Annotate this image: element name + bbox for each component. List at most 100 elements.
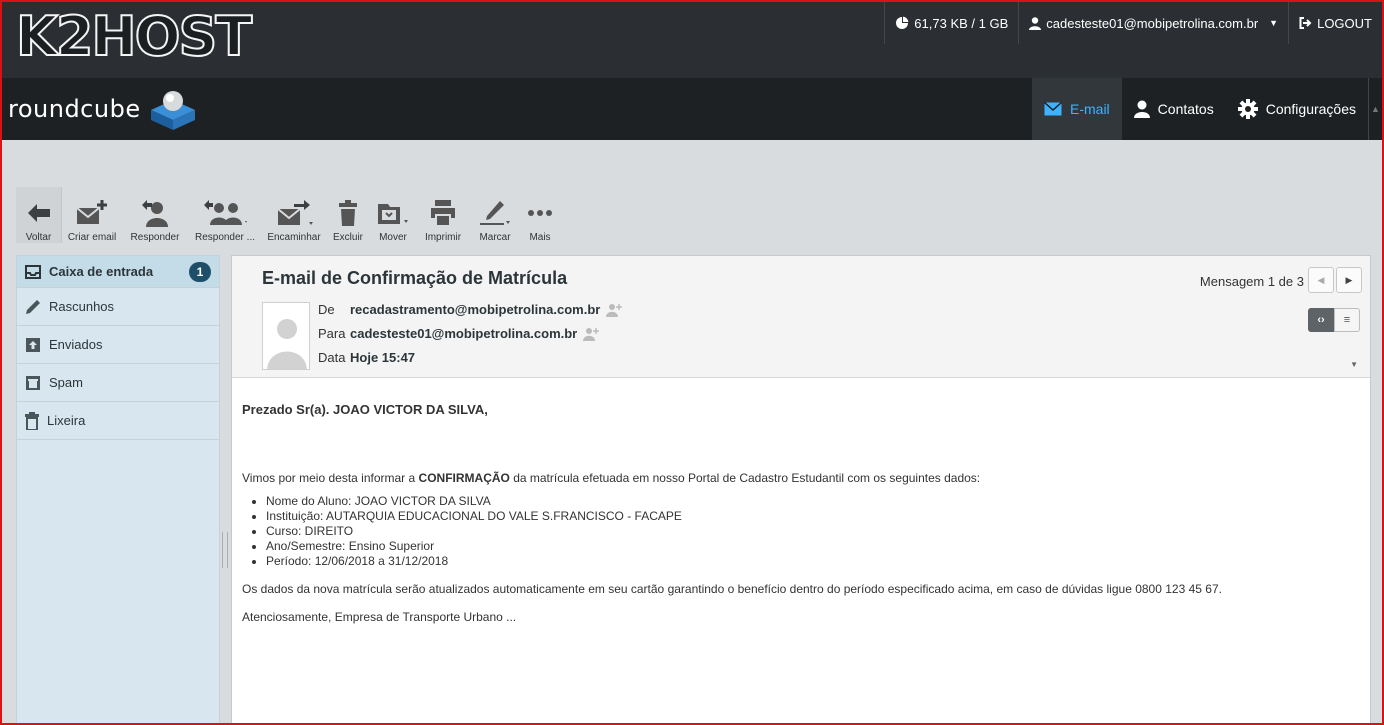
from-address[interactable]: recadastramento@mobipetrolina.com.br xyxy=(350,302,600,317)
message-toolbar: Voltar Criar email Responder Responder .… xyxy=(16,187,560,243)
delete-button[interactable]: Excluir xyxy=(326,187,370,243)
reply-label: Responder xyxy=(130,232,180,243)
next-message-button[interactable]: ▶ xyxy=(1336,267,1362,293)
folder-spam-label: Spam xyxy=(49,375,83,390)
message-subject: E-mail de Confirmação de Matrícula xyxy=(262,268,568,288)
top-bar: K2HOST 61,73 KB / 1 GB cadesteste01@mobi… xyxy=(2,2,1382,78)
tab-contatos[interactable]: Contatos xyxy=(1122,78,1226,140)
sender-avatar xyxy=(262,302,310,370)
intro-bold: CONFIRMAÇÃO xyxy=(418,471,510,485)
user-icon xyxy=(1029,16,1042,30)
folder-rascunhos[interactable]: Rascunhos xyxy=(17,288,219,326)
reply-all-button[interactable]: Responder ... xyxy=(188,187,262,243)
more-button[interactable]: Mais xyxy=(520,187,560,243)
user-menu[interactable]: cadesteste01@mobipetrolina.com.br ▼ xyxy=(1018,2,1288,44)
tab-configuracoes-label: Configurações xyxy=(1265,101,1356,117)
folder-rascunhos-label: Rascunhos xyxy=(49,299,115,314)
trash-icon xyxy=(339,200,357,226)
reply-all-icon xyxy=(204,200,247,225)
roundcube-cube-icon xyxy=(150,91,195,130)
mark-button[interactable]: Marcar xyxy=(470,187,520,243)
message-pane: E-mail de Confirmação de Matrícula Mensa… xyxy=(231,255,1371,723)
folder-spam[interactable]: Spam xyxy=(17,364,219,402)
sent-icon xyxy=(26,337,40,352)
main-nav: E-mail Contatos Configurações ▲ xyxy=(1032,78,1382,140)
chevron-left-icon: ◀ xyxy=(1317,274,1325,285)
user-email: cadesteste01@mobipetrolina.com.br xyxy=(1046,15,1259,31)
more-dots-icon xyxy=(528,210,552,216)
add-contact-icon[interactable] xyxy=(583,327,600,341)
compose-button[interactable]: Criar email xyxy=(62,187,122,243)
person-icon xyxy=(1133,100,1150,118)
tab-email-label: E-mail xyxy=(1070,101,1110,117)
from-label: De xyxy=(318,302,335,317)
date-value: Hoje 15:47 xyxy=(350,350,416,365)
date-label: Data xyxy=(318,350,346,365)
pane-splitter[interactable] xyxy=(222,532,228,568)
notice-paragraph: Os dados da nova matrícula serão atualiz… xyxy=(242,582,1222,596)
tab-email[interactable]: E-mail xyxy=(1032,78,1122,140)
pencil-icon xyxy=(26,299,40,314)
folder-move-icon xyxy=(378,204,408,224)
chevron-right-icon: ▶ xyxy=(1345,274,1353,285)
prev-message-button[interactable]: ◀ xyxy=(1308,267,1334,293)
reply-icon xyxy=(142,200,168,227)
k2host-logo[interactable]: K2HOST xyxy=(15,5,253,69)
arrow-left-icon xyxy=(27,204,50,222)
html-view-button[interactable]: ‹› xyxy=(1308,308,1334,332)
nav-scroll-up[interactable]: ▲ xyxy=(1368,78,1382,140)
list-item: Período: 12/06/2018 a 31/12/2018 xyxy=(266,554,1362,569)
date-row: Data Hoje 15:47 xyxy=(318,350,415,365)
roundcube-wordmark: roundcube xyxy=(8,95,141,123)
lines-icon: ≡ xyxy=(1343,314,1351,326)
pie-chart-icon xyxy=(896,16,909,29)
forward-label: Encaminhar xyxy=(267,232,321,243)
reply-button[interactable]: Responder xyxy=(122,187,188,243)
message-header: E-mail de Confirmação de Matrícula Mensa… xyxy=(232,256,1370,378)
to-address[interactable]: cadesteste01@mobipetrolina.com.br xyxy=(350,326,577,341)
print-label: Imprimir xyxy=(424,232,462,243)
tab-configuracoes[interactable]: Configurações xyxy=(1226,78,1368,140)
list-item: Ano/Semestre: Ensino Superior xyxy=(266,539,1362,554)
quota-text: 61,73 KB / 1 GB xyxy=(914,15,1009,31)
more-label: Mais xyxy=(529,232,551,243)
back-label: Voltar xyxy=(25,232,52,243)
to-label: Para xyxy=(318,326,346,341)
unread-count-badge: 1 xyxy=(189,262,211,282)
intro-text-end: da matrícula efetuada em nosso Portal de… xyxy=(509,471,981,485)
gear-icon xyxy=(1237,99,1258,119)
back-button[interactable]: Voltar xyxy=(16,187,62,243)
forward-button[interactable]: Encaminhar xyxy=(262,187,326,243)
app-window: K2HOST 61,73 KB / 1 GB cadesteste01@mobi… xyxy=(0,0,1384,725)
logout-button[interactable]: LOGOUT xyxy=(1288,2,1382,44)
logout-label: LOGOUT xyxy=(1317,15,1372,31)
delete-label: Excluir xyxy=(332,232,363,243)
folder-inbox[interactable]: Caixa de entrada 1 xyxy=(17,256,219,288)
code-icon: ‹› xyxy=(1317,314,1325,326)
account-bar: 61,73 KB / 1 GB cadesteste01@mobipetroli… xyxy=(884,2,1382,78)
compose-label: Criar email xyxy=(67,232,117,243)
spam-icon xyxy=(26,375,40,390)
pencil-icon xyxy=(480,201,510,225)
nav-bar: roundcube E-mail Contatos Configurações … xyxy=(2,78,1382,140)
intro-paragraph: Vimos por meio desta informar a CONFIRMA… xyxy=(242,470,1362,486)
quota-indicator: 61,73 KB / 1 GB xyxy=(884,2,1018,44)
inbox-icon xyxy=(25,264,41,279)
plain-view-button[interactable]: ≡ xyxy=(1334,308,1360,332)
tab-contatos-label: Contatos xyxy=(1157,101,1214,117)
compose-icon xyxy=(76,200,107,224)
list-item: Curso: DIREITO xyxy=(266,524,1362,539)
folder-lixeira[interactable]: Lixeira xyxy=(17,402,219,440)
add-contact-icon[interactable] xyxy=(606,303,623,317)
move-button[interactable]: Mover xyxy=(370,187,416,243)
logout-icon xyxy=(1299,17,1312,29)
forward-icon xyxy=(277,200,313,225)
to-row: Para cadesteste01@mobipetrolina.com.br xyxy=(318,326,600,341)
message-counter: Mensagem 1 de 3 xyxy=(1199,274,1304,289)
folder-list: Caixa de entrada 1 Rascunhos Enviados Sp… xyxy=(16,255,220,723)
print-button[interactable]: Imprimir xyxy=(416,187,470,243)
roundcube-logo[interactable]: roundcube xyxy=(8,88,199,130)
folder-enviados[interactable]: Enviados xyxy=(17,326,219,364)
trash-icon xyxy=(25,411,39,430)
header-expand-icon[interactable]: ▼ xyxy=(1350,360,1358,369)
